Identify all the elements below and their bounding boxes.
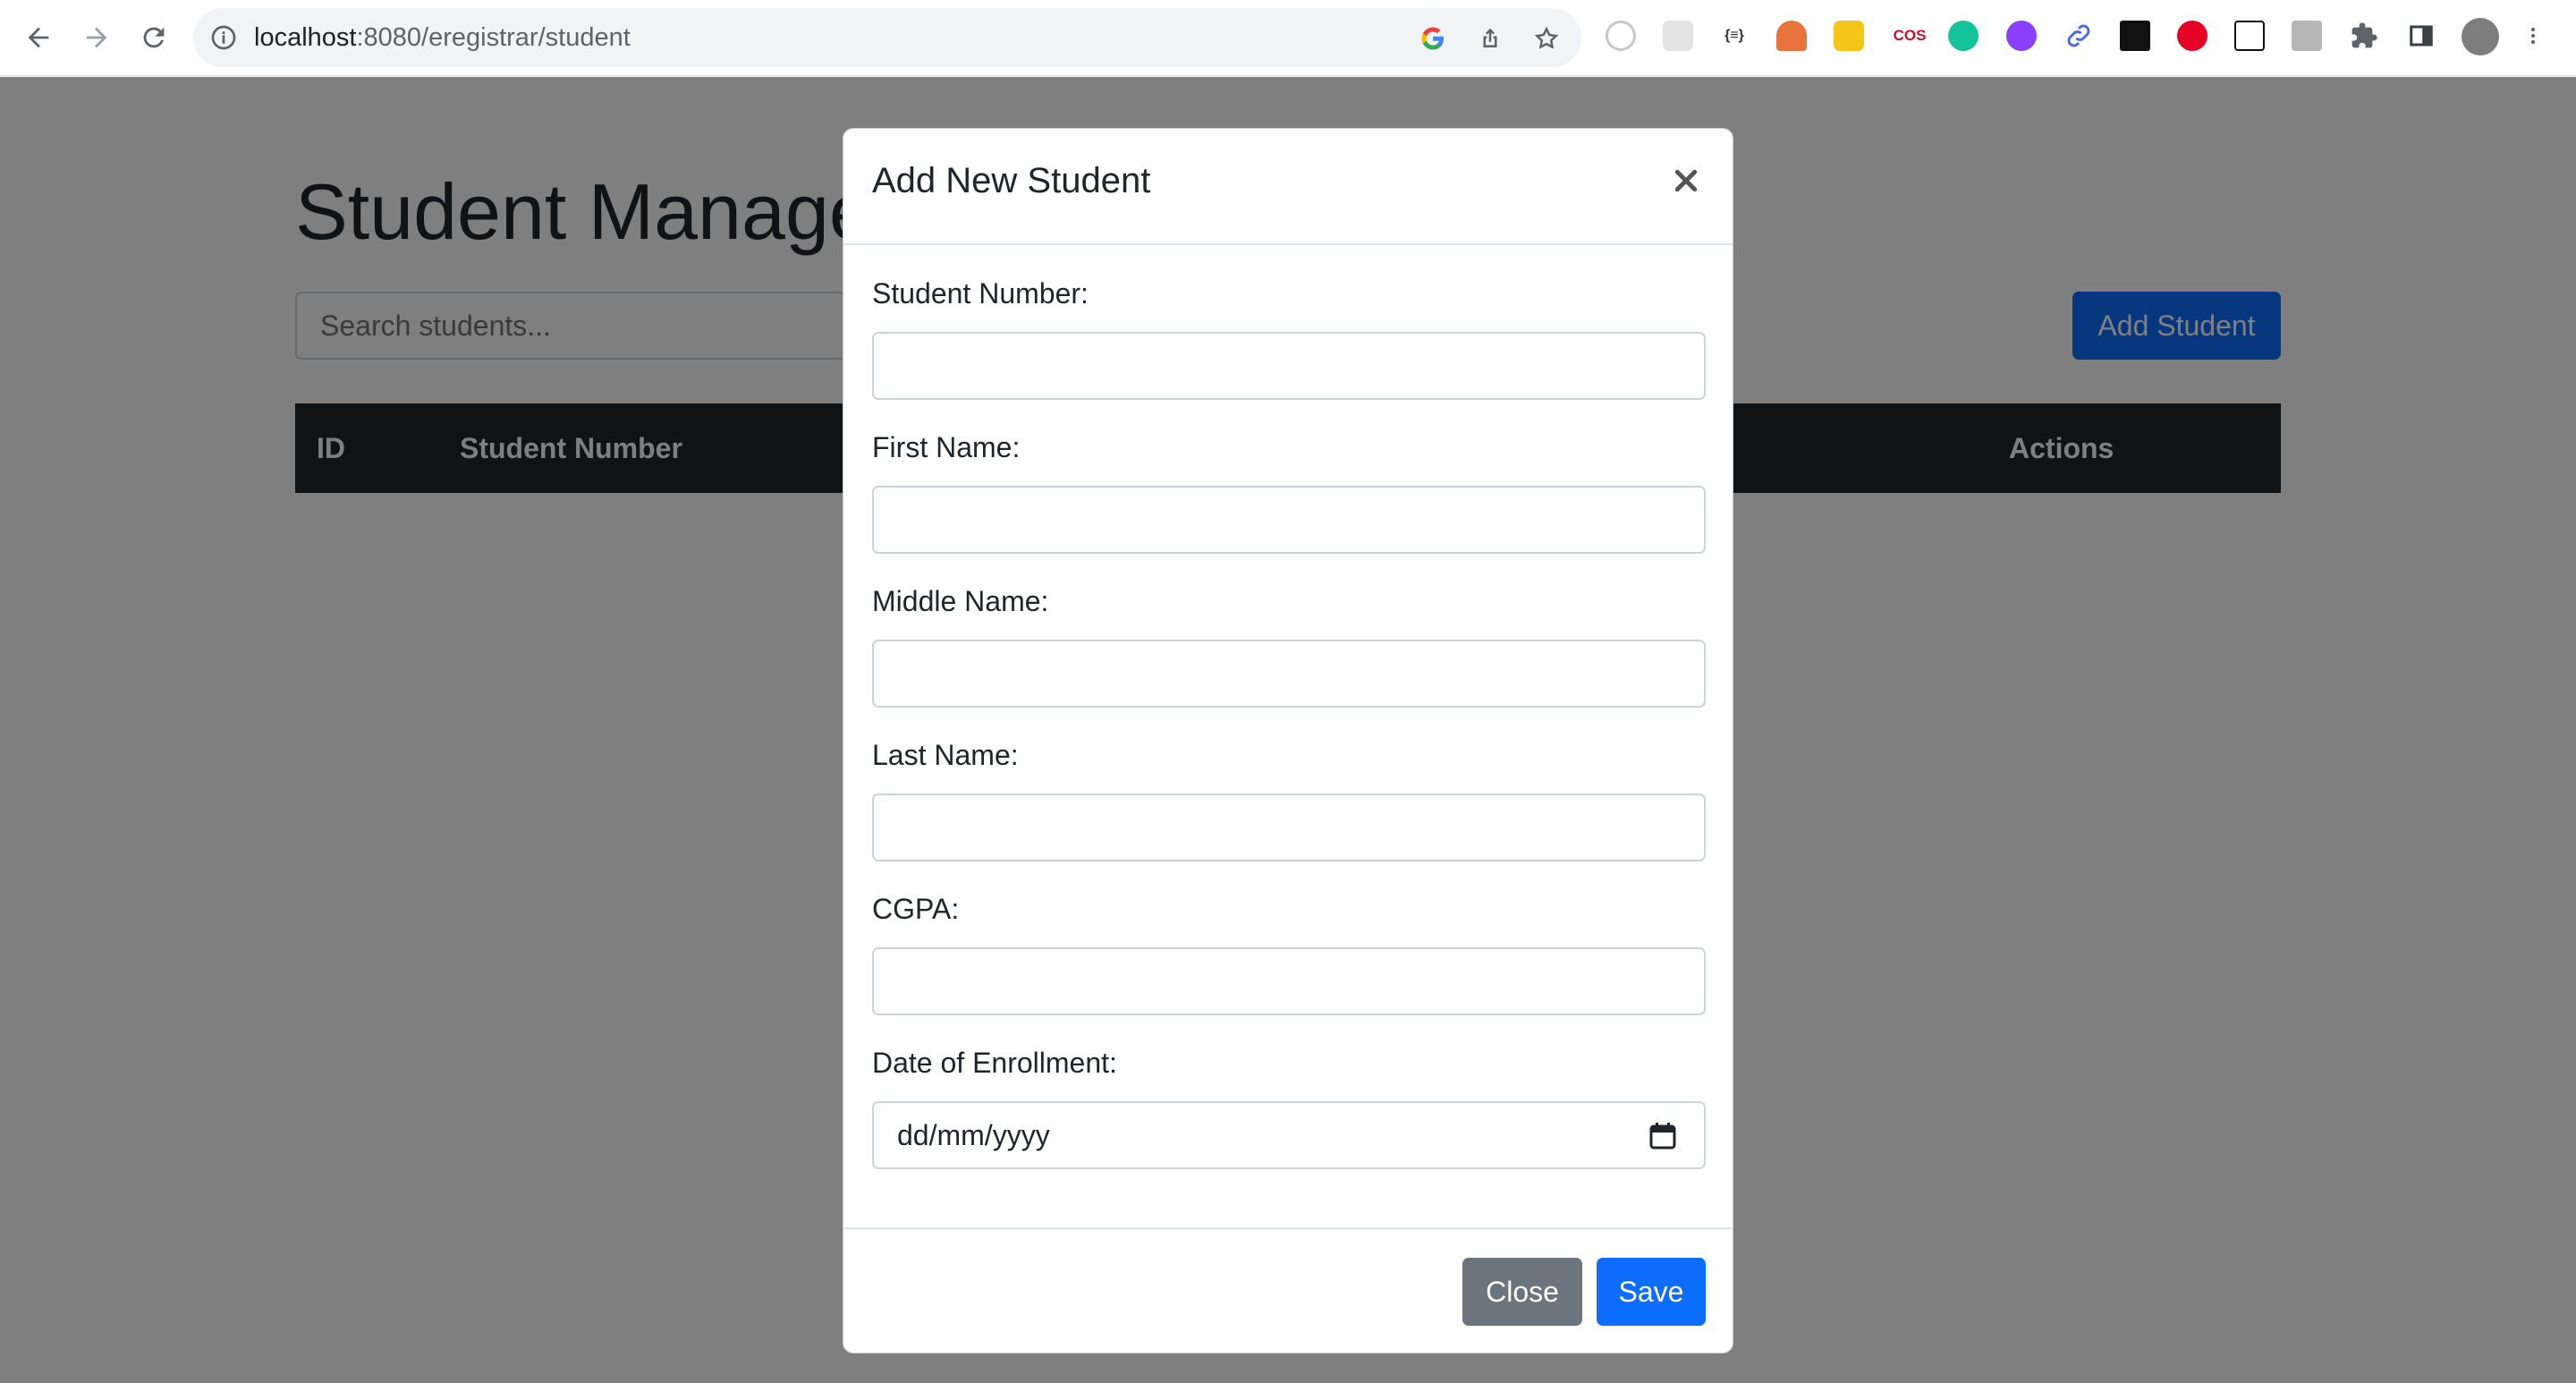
reload-button[interactable] xyxy=(134,18,174,57)
modal-header: Add New Student xyxy=(843,129,1733,245)
modal-title: Add New Student xyxy=(872,161,1151,200)
reload-icon xyxy=(143,27,165,48)
last-name-label: Last Name: xyxy=(872,739,1019,771)
ext-notion[interactable] xyxy=(2234,21,2265,51)
back-button[interactable] xyxy=(19,18,58,57)
bookmark-star-icon[interactable] xyxy=(1532,24,1561,53)
ext-purple[interactable] xyxy=(2006,21,2037,51)
ext-cos[interactable]: COS xyxy=(1890,21,1929,51)
ext-bulb[interactable] xyxy=(1834,21,1864,51)
url-path: :8080/eregistrar/student xyxy=(356,23,631,52)
enrollment-date-label: Date of Enrollment: xyxy=(872,1047,1117,1079)
ext-link[interactable] xyxy=(2063,21,2094,51)
url-host: localhost xyxy=(254,23,357,52)
extensions-puzzle-icon[interactable] xyxy=(2349,21,2379,51)
ext-json[interactable]: {≡} xyxy=(1719,21,1750,51)
forward-button[interactable] xyxy=(77,18,116,57)
google-lens-icon[interactable] xyxy=(1419,24,1447,53)
ext-grid[interactable] xyxy=(1663,21,1693,51)
first-name-input[interactable] xyxy=(872,486,1706,554)
back-arrow-icon xyxy=(28,27,49,48)
save-button[interactable]: Save xyxy=(1597,1258,1706,1326)
student-number-label: Student Number: xyxy=(872,277,1089,310)
info-icon[interactable] xyxy=(209,23,238,52)
menu-kebab-icon[interactable] xyxy=(2524,21,2542,51)
cgpa-input[interactable] xyxy=(872,947,1706,1015)
add-student-modal: Add New Student Student Number: First Na… xyxy=(843,128,1733,1353)
sidebar-icon[interactable] xyxy=(2406,21,2436,51)
enrollment-date-input[interactable]: dd/mm/yyyy xyxy=(872,1101,1706,1169)
date-placeholder: dd/mm/yyyy xyxy=(897,1119,1050,1151)
ext-timer[interactable] xyxy=(1606,21,1636,51)
profile-avatar[interactable] xyxy=(2462,18,2499,55)
close-icon[interactable] xyxy=(1666,161,1706,200)
ext-pinterest[interactable] xyxy=(2177,21,2207,51)
last-name-input[interactable] xyxy=(872,793,1706,861)
forward-arrow-icon xyxy=(86,27,107,48)
student-number-input[interactable] xyxy=(872,332,1706,400)
ext-photo[interactable] xyxy=(2292,21,2322,51)
modal-footer-divider xyxy=(843,1227,1733,1229)
ext-grammarly[interactable] xyxy=(1948,21,1979,51)
ext-figure[interactable] xyxy=(1776,21,1807,51)
share-icon[interactable] xyxy=(1476,24,1504,53)
browser-toolbar: localhost:8080/eregistrar/student {≡} CO… xyxy=(0,0,2576,76)
first-name-label: First Name: xyxy=(872,431,1021,463)
ext-lh[interactable] xyxy=(2120,21,2150,51)
url-text: localhost:8080/eregistrar/student xyxy=(254,8,631,67)
middle-name-input[interactable] xyxy=(872,640,1706,708)
calendar-icon[interactable] xyxy=(1648,1122,1677,1150)
middle-name-label: Middle Name: xyxy=(872,585,1049,617)
address-bar[interactable]: localhost:8080/eregistrar/student xyxy=(193,8,1581,67)
cgpa-label: CGPA: xyxy=(872,893,960,925)
close-button[interactable]: Close xyxy=(1462,1258,1582,1326)
